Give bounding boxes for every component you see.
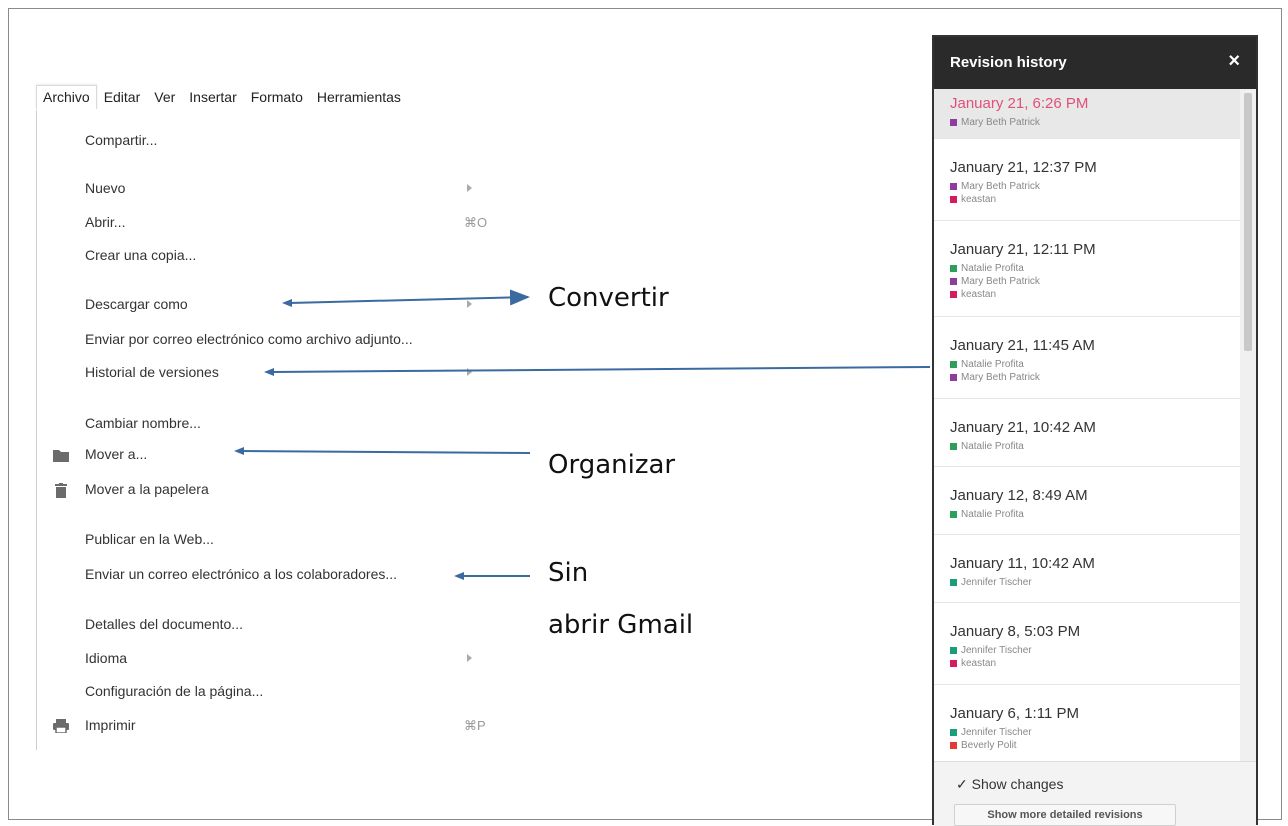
author-color-swatch — [950, 119, 957, 126]
revision-list: January 21, 6:26 PM Mary Beth Patrick Janu… — [934, 89, 1240, 761]
revision-item[interactable]: January 12, 8:49 AM Natalie Profita — [934, 481, 1240, 535]
revision-author: Natalie Profita — [950, 441, 1024, 452]
author-color-swatch — [950, 647, 957, 654]
revision-author: Natalie Profita — [950, 263, 1024, 274]
author-name: Natalie Profita — [961, 263, 1024, 274]
author-color-swatch — [950, 374, 957, 381]
revision-history-panel: Revision history × January 21, 6:26 PM Ma… — [932, 35, 1258, 826]
author-name: Beverly Polit — [961, 740, 1017, 751]
author-color-swatch — [950, 660, 957, 667]
author-color-swatch — [950, 361, 957, 368]
revision-author: Jennifer Tischer — [950, 645, 1032, 656]
author-name: Mary Beth Patrick — [961, 117, 1040, 128]
arrow-convertir — [289, 289, 530, 306]
revision-author: Mary Beth Patrick — [950, 117, 1040, 128]
author-name: keastan — [961, 658, 997, 669]
author-color-swatch — [950, 278, 957, 285]
author-name: Natalie Profita — [961, 509, 1024, 520]
revision-item[interactable]: January 6, 1:11 PM Jennifer Tischer Beverl… — [934, 699, 1240, 761]
arrowhead-historial — [264, 368, 274, 376]
author-name: Mary Beth Patrick — [961, 372, 1040, 383]
revision-item[interactable]: January 21, 12:37 PM Mary Beth Patrick kea… — [934, 153, 1240, 221]
author-color-swatch — [950, 183, 957, 190]
author-color-swatch — [950, 729, 957, 736]
revision-date: January 11, 10:42 AM — [950, 555, 1095, 572]
revision-author: Mary Beth Patrick — [950, 372, 1040, 383]
revision-author: Mary Beth Patrick — [950, 181, 1040, 192]
revision-author: Jennifer Tischer — [950, 577, 1032, 588]
author-name: Mary Beth Patrick — [961, 181, 1040, 192]
annotation-abrir-gmail: abrir Gmail — [548, 610, 694, 640]
revision-author: Natalie Profita — [950, 509, 1024, 520]
revision-date: January 12, 8:49 AM — [950, 487, 1088, 504]
revision-item[interactable]: January 21, 12:11 PM Natalie Profita Mary … — [934, 235, 1240, 317]
annotation-organizar: Organizar — [548, 450, 676, 480]
arrow-historial — [271, 366, 931, 373]
revision-item[interactable]: January 21, 10:42 AM Natalie Profita — [934, 413, 1240, 467]
revision-author: keastan — [950, 658, 996, 669]
author-color-swatch — [950, 291, 957, 298]
revision-item[interactable]: January 8, 5:03 PM Jennifer Tischer keasta… — [934, 617, 1240, 685]
author-name: Natalie Profita — [961, 359, 1024, 370]
revision-item[interactable]: January 11, 10:42 AM Jennifer Tischer — [934, 549, 1240, 603]
author-color-swatch — [950, 511, 957, 518]
author-color-swatch — [950, 579, 957, 586]
author-name: Mary Beth Patrick — [961, 276, 1040, 287]
panel-header: Revision history × — [934, 37, 1256, 89]
revision-author: keastan — [950, 194, 996, 205]
author-name: Natalie Profita — [961, 441, 1024, 452]
author-name: keastan — [961, 289, 997, 300]
arrowhead-convertir — [282, 299, 292, 307]
author-name: Jennifer Tischer — [961, 577, 1032, 588]
detailed-revisions-button[interactable]: Show more detailed revisions — [954, 804, 1176, 826]
revision-date: January 8, 5:03 PM — [950, 623, 1081, 640]
revision-author: Jennifer Tischer — [950, 727, 1032, 738]
panel-title: Revision history — [950, 54, 1067, 71]
revision-date: January 6, 1:11 PM — [950, 705, 1079, 722]
arrowhead-sin-gmail — [454, 572, 464, 580]
revision-date: January 21, 11:45 AM — [950, 337, 1095, 354]
scrollbar[interactable] — [1240, 89, 1256, 761]
revision-date: January 21, 6:26 PM — [950, 95, 1089, 112]
revision-date: January 21, 12:11 PM — [950, 241, 1096, 258]
checkmark-icon: ✓ — [956, 776, 968, 792]
arrowhead-organizar — [234, 447, 244, 455]
author-color-swatch — [950, 265, 957, 272]
revision-author: keastan — [950, 289, 996, 300]
revision-item[interactable]: January 21, 11:45 AM Natalie Profita Mary … — [934, 331, 1240, 399]
show-changes-checkbox[interactable]: ✓ Show changes — [956, 776, 1063, 793]
author-color-swatch — [950, 742, 957, 749]
revision-author: Beverly Polit — [950, 740, 1017, 751]
author-name: Jennifer Tischer — [961, 645, 1032, 656]
revision-author: Natalie Profita — [950, 359, 1024, 370]
arrow-organizar — [241, 450, 531, 454]
close-icon[interactable]: × — [1228, 50, 1240, 73]
annotation-sin: Sin — [548, 558, 589, 588]
author-color-swatch — [950, 443, 957, 450]
author-color-swatch — [950, 196, 957, 203]
show-changes-label: Show changes — [971, 776, 1064, 792]
revision-date: January 21, 12:37 PM — [950, 159, 1097, 176]
revision-item[interactable]: January 21, 6:26 PM Mary Beth Patrick — [934, 89, 1240, 139]
scrollbar-thumb[interactable] — [1244, 93, 1252, 351]
revision-date: January 21, 10:42 AM — [950, 419, 1096, 436]
author-name: Jennifer Tischer — [961, 727, 1032, 738]
author-name: keastan — [961, 194, 997, 205]
revision-author: Mary Beth Patrick — [950, 276, 1040, 287]
panel-footer: ✓ Show changes Show more detailed revisi… — [934, 761, 1256, 826]
annotation-convertir: Convertir — [548, 283, 669, 313]
